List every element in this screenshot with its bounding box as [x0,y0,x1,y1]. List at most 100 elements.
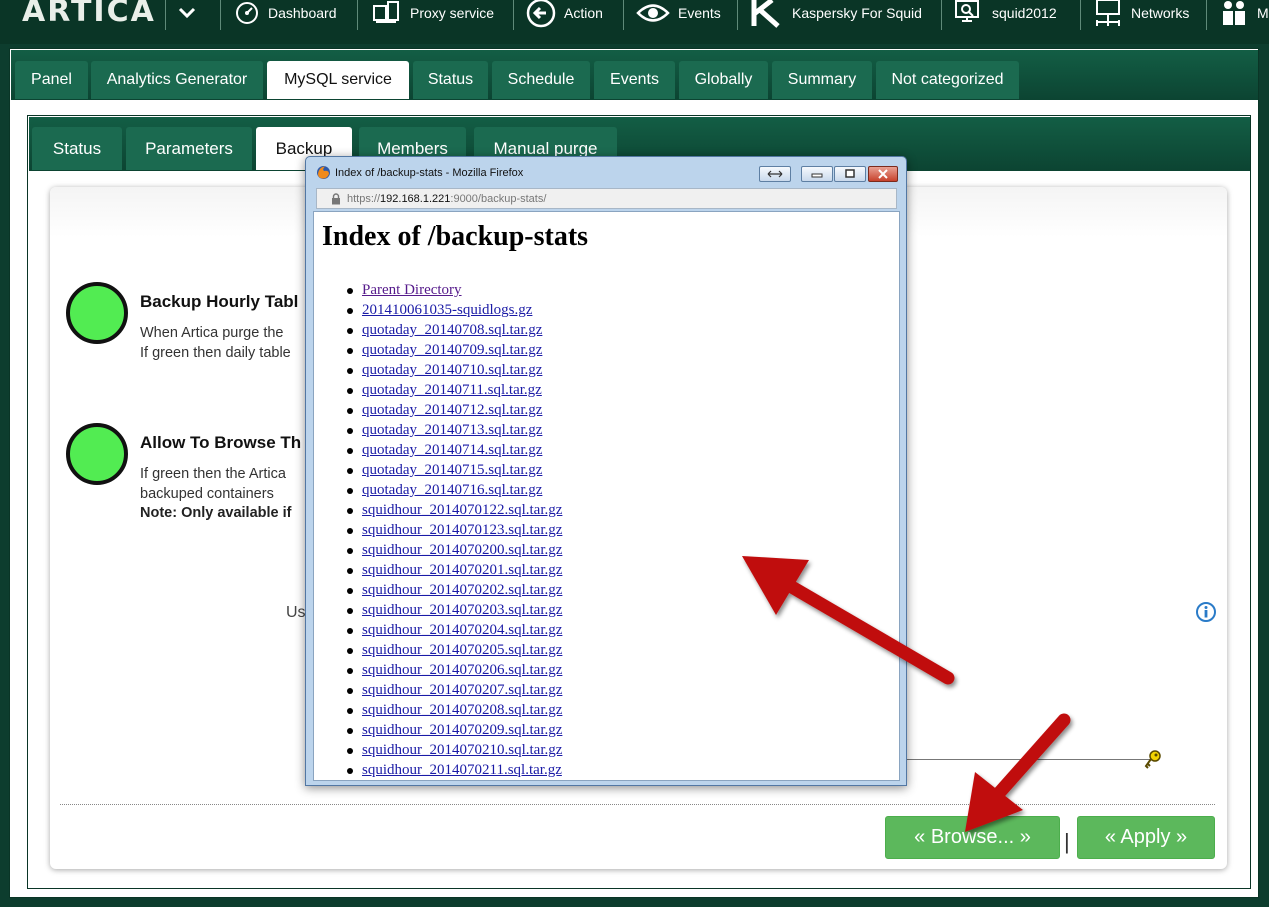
file-list-item: squidhour_2014070210.sql.tar.gz [314,740,562,760]
monitor-search-icon [955,0,979,22]
firefox-popup-window[interactable]: Index of /backup-stats - Mozilla Firefox… [305,156,907,786]
status-indicator-green[interactable] [66,423,128,485]
file-link[interactable]: quotaday_20140711.sql.tar.gz [362,382,542,398]
file-link[interactable]: squidhour_2014070207.sql.tar.gz [362,682,562,698]
nav-separator [220,0,221,30]
resize-window-button[interactable] [759,166,791,182]
file-list-item: Parent Directory [314,280,562,300]
address-bar[interactable]: https://192.168.1.221:9000/backup-stats/ [316,188,897,209]
maximize-icon [845,169,855,178]
nav-item-events[interactable]: Events [636,0,721,26]
url-scheme: https:// [347,192,381,205]
close-button[interactable] [868,166,898,182]
file-link[interactable]: squidhour_2014070123.sql.tar.gz [362,522,562,538]
file-link[interactable]: squidhour_2014070122.sql.tar.gz [362,502,562,518]
file-link[interactable]: quotaday_20140715.sql.tar.gz [362,462,542,478]
file-link[interactable]: squidhour_2014070205.sql.tar.gz [362,642,562,658]
artica-logo[interactable]: ARTICA [22,0,156,29]
tab-globally[interactable]: Globally [679,61,768,99]
tab-schedule[interactable]: Schedule [492,61,590,99]
nav-item-networks[interactable]: Networks [1093,0,1189,26]
parent-directory-link[interactable]: Parent Directory [362,282,462,298]
file-link[interactable]: squidhour_2014070203.sql.tar.gz [362,602,562,618]
option-description: When Artica purge the [140,325,284,341]
option-title: Allow To Browse Th [140,433,302,452]
file-link[interactable]: quotaday_20140709.sql.tar.gz [362,342,542,358]
nav-separator [165,0,166,30]
key-icon[interactable] [1144,750,1162,770]
file-link[interactable]: squidhour_2014070204.sql.tar.gz [362,622,562,638]
page-content: Index of /backup-stats Parent Directory 2… [313,211,900,781]
file-list-item: quotaday_20140709.sql.tar.gz [314,340,562,360]
nav-menu-dropdown-button[interactable] [178,0,196,26]
nav-item-squid2012[interactable]: squid2012 [954,0,1057,26]
status-indicator-green[interactable] [66,282,128,344]
maximize-button[interactable] [834,166,866,182]
nav-separator [357,0,358,30]
tab-parameters[interactable]: Parameters [126,127,252,170]
file-link[interactable]: squidhour_2014070200.sql.tar.gz [362,542,562,558]
tab-not-categorized[interactable]: Not categorized [876,61,1019,99]
info-icon[interactable] [1195,601,1217,623]
file-list-item: squidhour_2014070208.sql.tar.gz [314,700,562,720]
file-link[interactable]: quotaday_20140708.sql.tar.gz [362,322,542,338]
nav-item-members[interactable]: M [1219,0,1269,26]
tab-mysql-service[interactable]: MySQL service [267,61,409,99]
back-arrow-icon [526,0,556,28]
eye-icon [636,4,670,22]
file-link[interactable]: quotaday_20140710.sql.tar.gz [362,362,542,378]
file-link[interactable]: quotaday_20140714.sql.tar.gz [362,442,542,458]
apply-button[interactable]: « Apply » [1077,816,1215,859]
tab-analytics-generator[interactable]: Analytics Generator [91,61,263,99]
file-list: Parent Directory 201410061035-squidlogs.g… [314,280,562,780]
tab-panel[interactable]: Panel [15,61,88,99]
file-link[interactable]: squidhour_2014070206.sql.tar.gz [362,662,562,678]
nav-item-label: M [1257,5,1269,21]
file-list-item: squidhour_2014070204.sql.tar.gz [314,620,562,640]
file-list-item: squidhour_2014070202.sql.tar.gz [314,580,562,600]
file-list-item: squidhour_2014070201.sql.tar.gz [314,560,562,580]
path-input-underline[interactable] [905,759,1150,760]
nav-item-dashboard[interactable]: Dashboard [234,0,337,26]
file-link[interactable]: squidhour_2014070208.sql.tar.gz [362,702,562,718]
file-link[interactable]: quotaday_20140716.sql.tar.gz [362,482,542,498]
tab-events[interactable]: Events [594,61,675,99]
option-title: Backup Hourly Tabl [140,292,299,311]
option-description: If green then daily table [140,345,291,361]
nav-item-label: Dashboard [268,5,337,21]
file-link[interactable]: squidhour_2014070211.sql.tar.gz [362,762,562,778]
outer-tab-bar: Panel Analytics Generator MySQL service … [11,50,1258,100]
chevron-down-icon [178,7,196,19]
file-link[interactable]: squidhour_2014070201.sql.tar.gz [362,562,562,578]
nav-item-action[interactable]: Action [526,0,603,28]
top-navigation-bar: ARTICA Dashboard Proxy service Action Ev… [0,0,1269,44]
nav-item-label: Networks [1131,5,1190,21]
nav-separator [737,0,738,30]
nav-item-label: squid2012 [992,5,1057,21]
file-link[interactable]: squidhour_2014070202.sql.tar.gz [362,582,562,598]
file-list-item: quotaday_20140710.sql.tar.gz [314,360,562,380]
dashboard-gauge-icon [236,2,258,24]
tab-status[interactable]: Status [413,61,488,99]
nav-item-kaspersky[interactable]: Kaspersky For Squid [750,0,922,28]
nav-separator [941,0,942,30]
file-list-item: 201410061035-squidlogs.gz [314,300,562,320]
minimize-button[interactable] [801,166,833,182]
file-link[interactable]: quotaday_20140713.sql.tar.gz [362,422,542,438]
window-titlebar[interactable]: Index of /backup-stats - Mozilla Firefox [306,157,906,185]
file-link[interactable]: squidhour_2014070210.sql.tar.gz [362,742,562,758]
tab-status[interactable]: Status [32,127,122,170]
tab-summary[interactable]: Summary [772,61,872,99]
nav-item-proxy-service[interactable]: Proxy service [372,0,494,26]
file-link[interactable]: 201410061035-squidlogs.gz [362,302,532,318]
file-list-item: squidhour_2014070211.sql.tar.gz [314,760,562,780]
minimize-icon [811,173,823,178]
file-link[interactable]: quotaday_20140712.sql.tar.gz [362,402,542,418]
option-description: If green then the Artica [140,466,286,482]
file-list-item: squidhour_2014070122.sql.tar.gz [314,500,562,520]
file-link[interactable]: squidhour_2014070209.sql.tar.gz [362,722,562,738]
browse-button[interactable]: « Browse... » [885,816,1060,859]
file-list-item: quotaday_20140716.sql.tar.gz [314,480,562,500]
nav-item-label: Kaspersky For Squid [792,5,922,21]
option-note: Note: Only available if [140,505,292,521]
